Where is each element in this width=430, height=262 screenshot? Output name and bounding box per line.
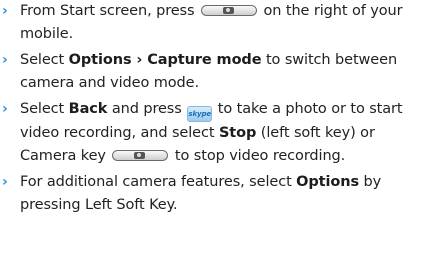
instruction-list: › From Start screen, press on the right …: [0, 0, 430, 262]
options-label: Options: [68, 52, 132, 68]
stop-label: Stop: [218, 125, 257, 141]
instruction-item-4: › For additional camera features, select…: [0, 171, 424, 217]
options-label: Options: [296, 174, 359, 190]
instruction-2-select: Select: [20, 52, 69, 68]
skype-key-icon: skype: [187, 106, 213, 122]
menu-arrow: ›: [131, 52, 148, 68]
instruction-3-end: to stop video recording.: [170, 148, 346, 164]
instruction-item-2: › Select Options › Capture mode to switc…: [0, 49, 424, 95]
instruction-item-1: › From Start screen, press on the right …: [0, 0, 424, 46]
bullet-icon: ›: [2, 3, 8, 19]
instruction-3-select: Select: [20, 101, 69, 117]
bullet-icon: ›: [2, 174, 8, 190]
camera-key-icon: [200, 4, 257, 17]
instruction-3-press: and press: [107, 101, 187, 117]
bullet-icon: ›: [2, 52, 8, 68]
instruction-1-text-before: From Start screen, press: [20, 3, 199, 19]
camera-key-icon: [112, 149, 169, 162]
instruction-item-3: › Select Back and press skype to take a …: [0, 98, 424, 168]
instruction-4-before: For additional camera features, select: [20, 174, 297, 190]
bullet-icon: ›: [2, 101, 8, 117]
back-label: Back: [68, 101, 108, 117]
capture-mode-label: Capture mode: [147, 52, 262, 68]
